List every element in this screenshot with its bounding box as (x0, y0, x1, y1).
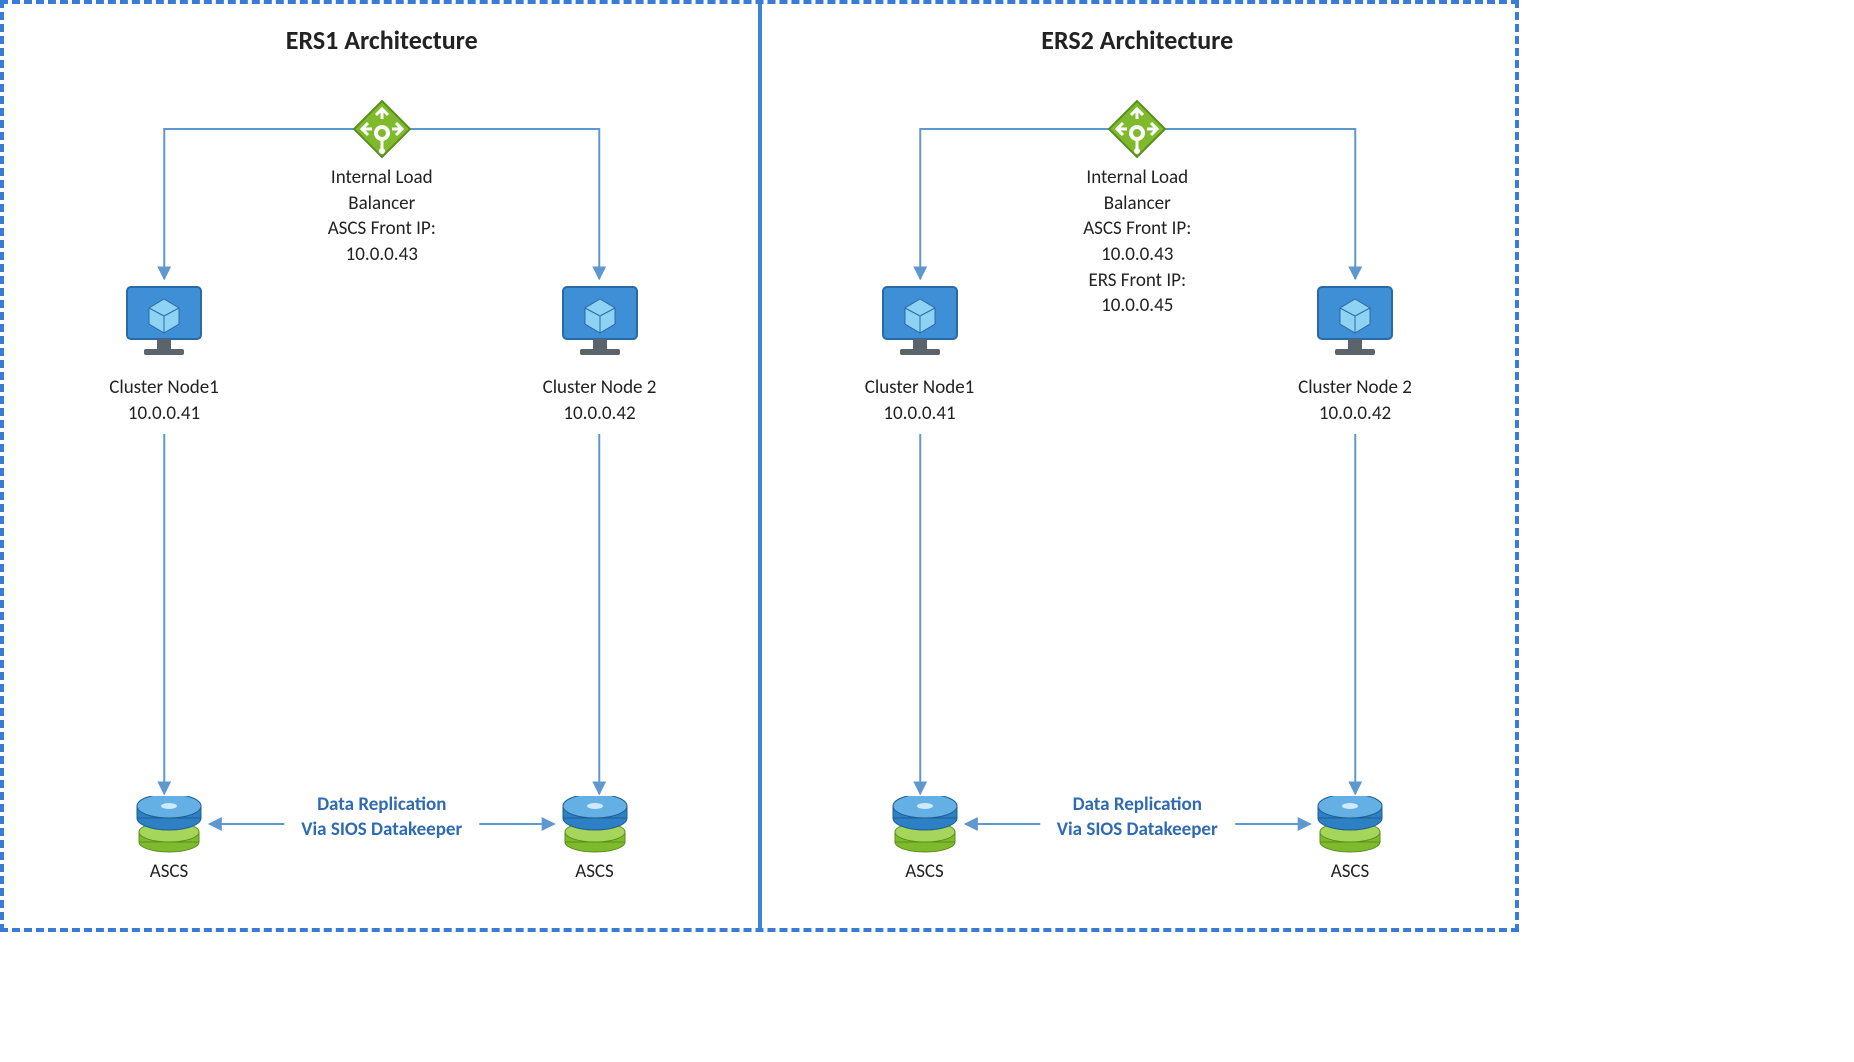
node-label: Cluster Node1 10.0.0.41 (109, 375, 219, 426)
node-ip: 10.0.0.41 (128, 402, 200, 425)
disk-label: ASCS (150, 860, 189, 883)
panel-title: ERS2 Architecture (760, 24, 1516, 56)
node-name: Cluster Node1 (865, 376, 975, 399)
cluster-node-2: Cluster Node 2 10.0.0.42 (520, 279, 680, 426)
disk-label: ASCS (905, 860, 944, 883)
replication-block: Data ReplicationVia SIOS Datakeeper (760, 792, 1516, 843)
node-label: Cluster Node1 10.0.0.41 (865, 375, 975, 426)
cluster-node-1: Cluster Node1 10.0.0.41 (840, 279, 1000, 426)
cluster-node-1: Cluster Node1 10.0.0.41 (84, 279, 244, 426)
load-balancer-icon (352, 99, 412, 159)
node-name: Cluster Node1 (109, 376, 219, 399)
panel-title: ERS1 Architecture (4, 24, 760, 56)
cluster-node-2: Cluster Node 2 10.0.0.42 (1275, 279, 1435, 426)
node-name: Cluster Node 2 (1298, 376, 1412, 399)
replication-label: Data ReplicationVia SIOS Datakeeper (1057, 792, 1218, 843)
node-label: Cluster Node 2 10.0.0.42 (543, 375, 657, 426)
ilb-label: Internal LoadBalancerASCS Front IP:10.0.… (328, 165, 436, 268)
node-ip: 10.0.0.42 (1319, 402, 1391, 425)
ilb-label: Internal LoadBalancerASCS Front IP:10.0.… (1083, 165, 1191, 319)
disk-label: ASCS (575, 860, 614, 883)
node-name: Cluster Node 2 (543, 376, 657, 399)
vm-icon (875, 279, 965, 369)
vm-icon (119, 279, 209, 369)
node-ip: 10.0.0.42 (563, 402, 635, 425)
load-balancer-icon (1107, 99, 1167, 159)
disk-label: ASCS (1331, 860, 1370, 883)
vm-icon (555, 279, 645, 369)
node-label: Cluster Node 2 10.0.0.42 (1298, 375, 1412, 426)
replication-label: Data ReplicationVia SIOS Datakeeper (301, 792, 462, 843)
node-ip: 10.0.0.41 (883, 402, 955, 425)
panel-ers1: ERS1 Architecture (4, 4, 760, 928)
vm-icon (1310, 279, 1400, 369)
panel-ers2: ERS2 Architecture (760, 4, 1516, 928)
replication-block: Data ReplicationVia SIOS Datakeeper (4, 792, 760, 843)
diagram-canvas: ERS1 Architecture (0, 0, 1519, 932)
ilb-block: Internal LoadBalancerASCS Front IP:10.0.… (4, 99, 760, 268)
